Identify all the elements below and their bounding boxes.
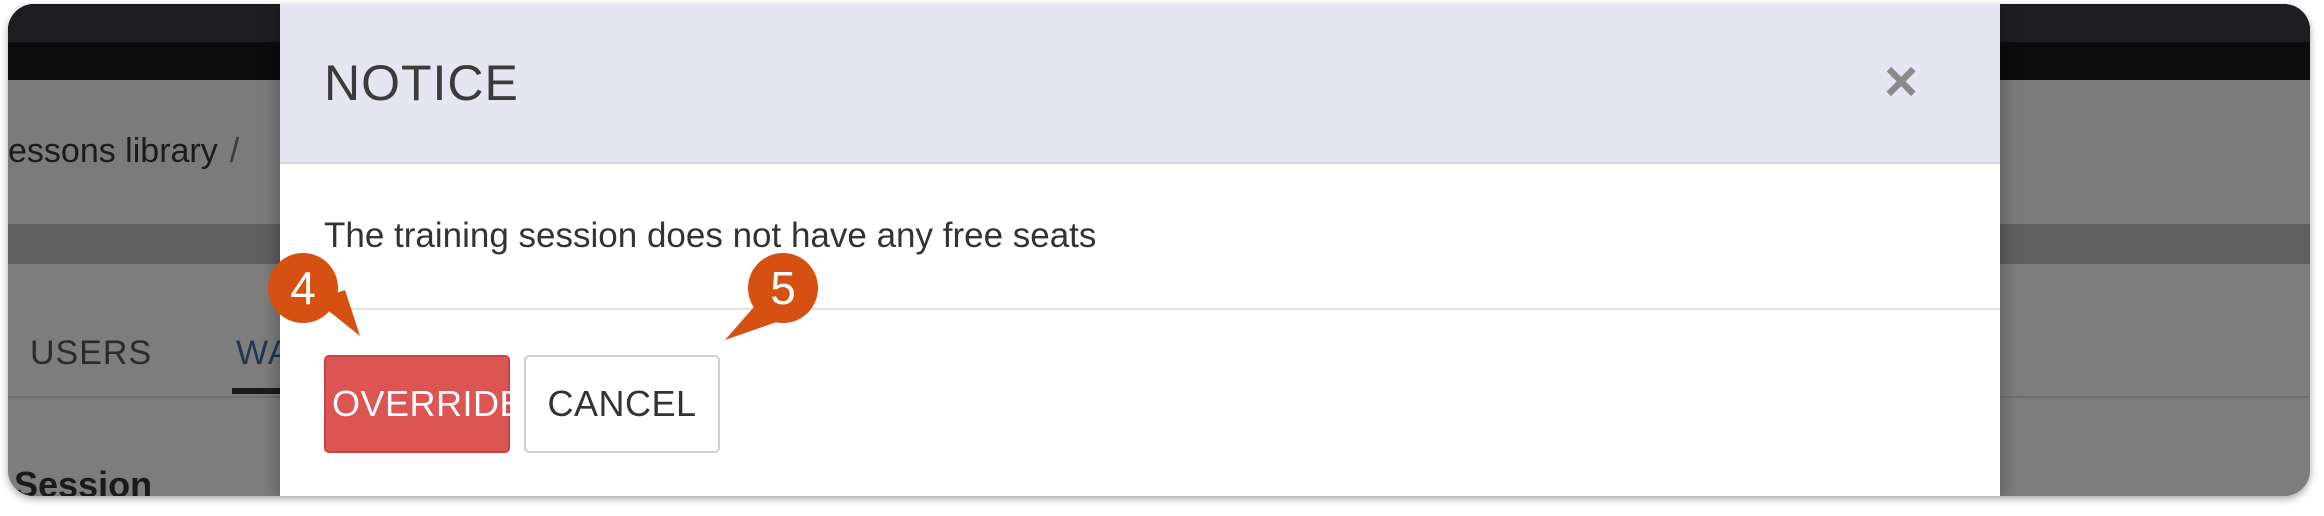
step-callout-4: 4 bbox=[268, 253, 338, 323]
callout-pointers bbox=[315, 290, 788, 340]
step-callout-5: 5 bbox=[748, 253, 818, 323]
